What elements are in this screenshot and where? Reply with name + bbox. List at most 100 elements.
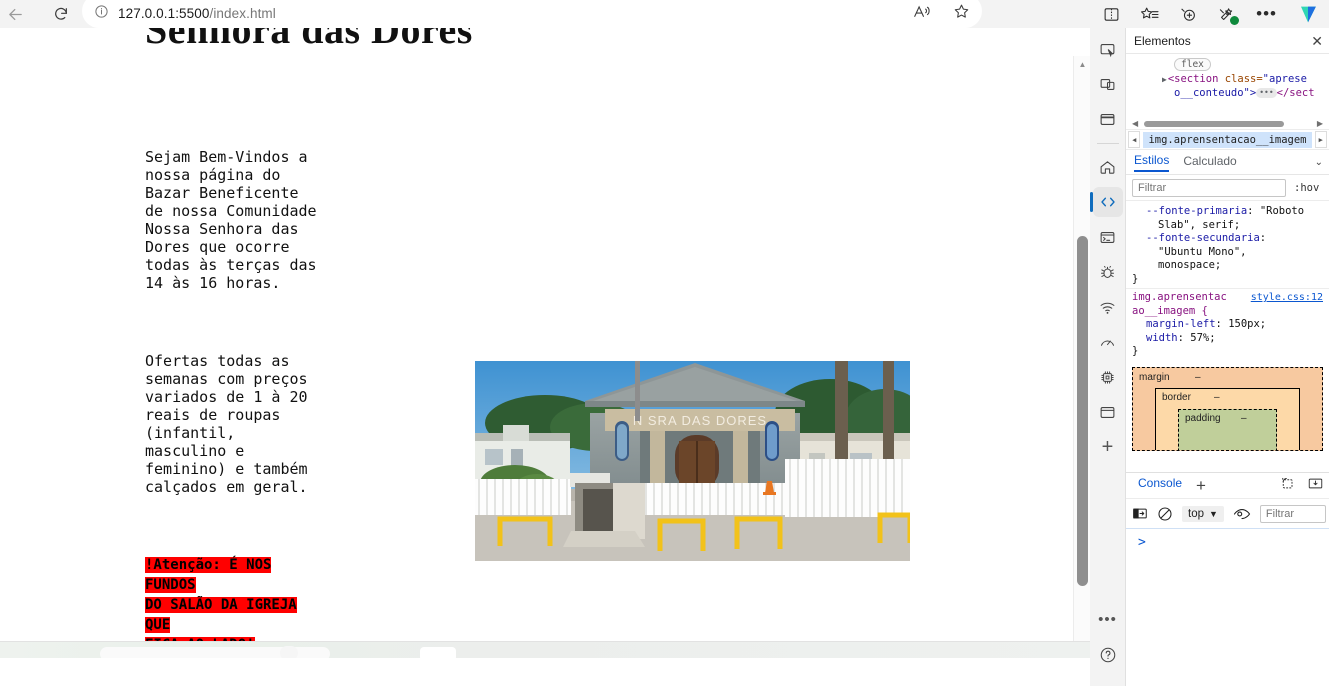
css-prop-margin-left[interactable]: margin-left: [1146, 318, 1216, 330]
dom-ellipsis-icon[interactable]: •••: [1256, 88, 1277, 98]
dom-scroll-thumb[interactable]: [1144, 121, 1284, 127]
offers-paragraph: Ofertas todas as semanas com preços vari…: [145, 352, 308, 496]
tab-elementos[interactable]: Elementos: [1134, 34, 1191, 48]
sidebar-item-performance[interactable]: [1093, 327, 1123, 357]
sidebar-item-add[interactable]: +: [1093, 432, 1123, 462]
box-model-border-box[interactable]: border – padding –: [1155, 387, 1300, 450]
add-collection-icon[interactable]: [1179, 6, 1197, 23]
css-prop-width[interactable]: width: [1146, 332, 1178, 344]
sidebar-divider: [1096, 143, 1119, 144]
live-expression-icon[interactable]: [1233, 507, 1251, 521]
breadcrumb-selected-node[interactable]: img.aprensentacao__imagem: [1143, 131, 1312, 148]
sidebar-item-network[interactable]: [1093, 292, 1123, 322]
chevron-down-icon[interactable]: ⌄: [1315, 157, 1323, 168]
css-prop-fonte-secundaria[interactable]: --fonte-secundaria: [1146, 232, 1260, 244]
dom-attr: class=: [1218, 73, 1263, 85]
chevron-down-icon: ▼: [1209, 508, 1218, 519]
reload-button[interactable]: [46, 1, 76, 27]
breadcrumb: ◀ img.aprensentacao__imagem ▶: [1126, 129, 1329, 150]
browser-actions: •••: [1103, 0, 1325, 28]
scroll-up-icon[interactable]: ▲: [1074, 56, 1090, 73]
vertical-scroll-thumb[interactable]: [1077, 236, 1088, 586]
css-selector[interactable]: img.aprensentac: [1132, 291, 1227, 303]
device-cast-icon[interactable]: [1093, 69, 1123, 99]
url-host: 127.0.0.1:5500: [118, 6, 210, 21]
css-value-fonte-secundaria-cont: monospace;: [1158, 259, 1222, 271]
styles-rules: --fonte-primaria: "Roboto Slab", serif; …: [1126, 201, 1329, 361]
page-vertical-scrollbar[interactable]: ▲ ▼: [1073, 56, 1090, 658]
css-value-margin-left[interactable]: 150px;: [1228, 318, 1266, 330]
console-filter-input[interactable]: [1259, 504, 1326, 523]
breadcrumb-right-icon[interactable]: ▶: [1314, 131, 1327, 148]
os-taskbar: [0, 641, 1090, 658]
styles-filter-row: :hov .cls: [1126, 175, 1329, 201]
expand-triangle-icon[interactable]: ▶: [1162, 75, 1167, 84]
browser-essentials-icon[interactable]: [1217, 6, 1240, 25]
site-info-icon[interactable]: [94, 4, 109, 19]
more-options-icon[interactable]: •••: [1256, 5, 1277, 22]
close-icon[interactable]: ✕: [1311, 34, 1323, 48]
dom-tag: <section: [1167, 73, 1219, 85]
console-output[interactable]: >: [1126, 528, 1329, 686]
css-value-width[interactable]: 57%;: [1190, 332, 1215, 344]
alert-line-2: DO SALÃO DA IGREJA QUE: [145, 597, 297, 633]
box-model-border-value[interactable]: –: [1214, 392, 1220, 403]
pseudo-hov-button[interactable]: :hov: [1294, 182, 1319, 194]
back-button[interactable]: [0, 1, 30, 27]
box-model-margin-label: margin: [1139, 371, 1170, 383]
dom-scroll-left-icon[interactable]: ◀: [1132, 119, 1138, 128]
box-model-padding-box[interactable]: padding –: [1178, 408, 1277, 450]
console-toolbar: top ▼: [1126, 498, 1329, 528]
alert-line-1: !Atenção: É NOS FUNDOS: [145, 557, 272, 593]
tab-estilos[interactable]: Estilos: [1134, 153, 1170, 172]
styles-filter-input[interactable]: [1132, 178, 1286, 197]
sidebar-item-console[interactable]: [1093, 222, 1123, 252]
dom-node-section-cont[interactable]: o__conteudo"> ••• </sect: [1126, 87, 1329, 99]
profile-avatar[interactable]: [1297, 4, 1319, 25]
read-aloud-icon[interactable]: [913, 4, 931, 20]
css-value-fonte-secundaria: "Ubuntu Mono",: [1158, 245, 1247, 258]
sidebar-item-elements[interactable]: [1089, 187, 1123, 217]
sidebar-item-application[interactable]: [1093, 397, 1123, 427]
css-value-fonte-primaria[interactable]: "Roboto: [1260, 205, 1304, 217]
dom-horizontal-scrollbar[interactable]: ◀ ▶: [1130, 118, 1325, 129]
css-value-fonte-primaria-cont: Slab", serif;: [1158, 218, 1241, 231]
browser-window-icon[interactable]: [1093, 104, 1123, 134]
breadcrumb-left-icon[interactable]: ◀: [1128, 131, 1141, 148]
box-model-margin-value[interactable]: –: [1195, 372, 1201, 383]
box-model-padding-value[interactable]: –: [1241, 413, 1247, 424]
console-sidebar-icon[interactable]: [1132, 506, 1148, 521]
taskbar-circle: [280, 646, 298, 658]
sidebar-help-icon[interactable]: [1093, 640, 1123, 670]
sidebar-item-memory[interactable]: [1093, 362, 1123, 392]
css-rule-root-vars[interactable]: --fonte-primaria: "Roboto Slab", serif; …: [1126, 203, 1329, 288]
address-bar[interactable]: 127.0.0.1:5500/index.html: [82, 0, 982, 28]
sidebar-item-home[interactable]: [1093, 152, 1123, 182]
split-screen-icon[interactable]: [1103, 6, 1120, 23]
collections-icon[interactable]: [1140, 6, 1159, 23]
sidebar-more-icon[interactable]: •••: [1093, 605, 1123, 635]
console-prompt[interactable]: >: [1126, 529, 1329, 550]
console-context-value: top: [1188, 507, 1204, 520]
css-source-link[interactable]: style.css:12: [1251, 291, 1323, 305]
flex-badge[interactable]: flex: [1174, 58, 1211, 71]
sidebar-item-sources[interactable]: [1093, 257, 1123, 287]
plus-icon[interactable]: +: [1196, 477, 1206, 494]
box-model-diagram[interactable]: margin – border – padding –: [1132, 366, 1323, 451]
dock-icon[interactable]: [1307, 476, 1324, 496]
tab-calculado[interactable]: Calculado: [1183, 154, 1236, 171]
clear-console-icon[interactable]: [1157, 506, 1173, 522]
dom-scroll-right-icon[interactable]: ▶: [1317, 119, 1323, 128]
copilot-icon[interactable]: [1093, 34, 1123, 64]
dom-node-section[interactable]: ▶<section class="aprese: [1126, 73, 1329, 85]
dom-close-tag: </sect: [1276, 87, 1315, 99]
favorite-star-icon[interactable]: [953, 3, 970, 20]
tab-console[interactable]: Console: [1132, 476, 1188, 495]
box-model-border-label: border: [1162, 391, 1191, 403]
issues-icon[interactable]: [1279, 476, 1295, 496]
console-context-selector[interactable]: top ▼: [1182, 505, 1224, 522]
css-prop-fonte-primaria[interactable]: --fonte-primaria: [1146, 205, 1247, 217]
address-bar-url[interactable]: 127.0.0.1:5500/index.html: [118, 1, 276, 21]
css-rule-img[interactable]: style.css:12 img.aprensentac ao__imagem {…: [1126, 288, 1329, 361]
address-bar-actions: [913, 3, 970, 20]
